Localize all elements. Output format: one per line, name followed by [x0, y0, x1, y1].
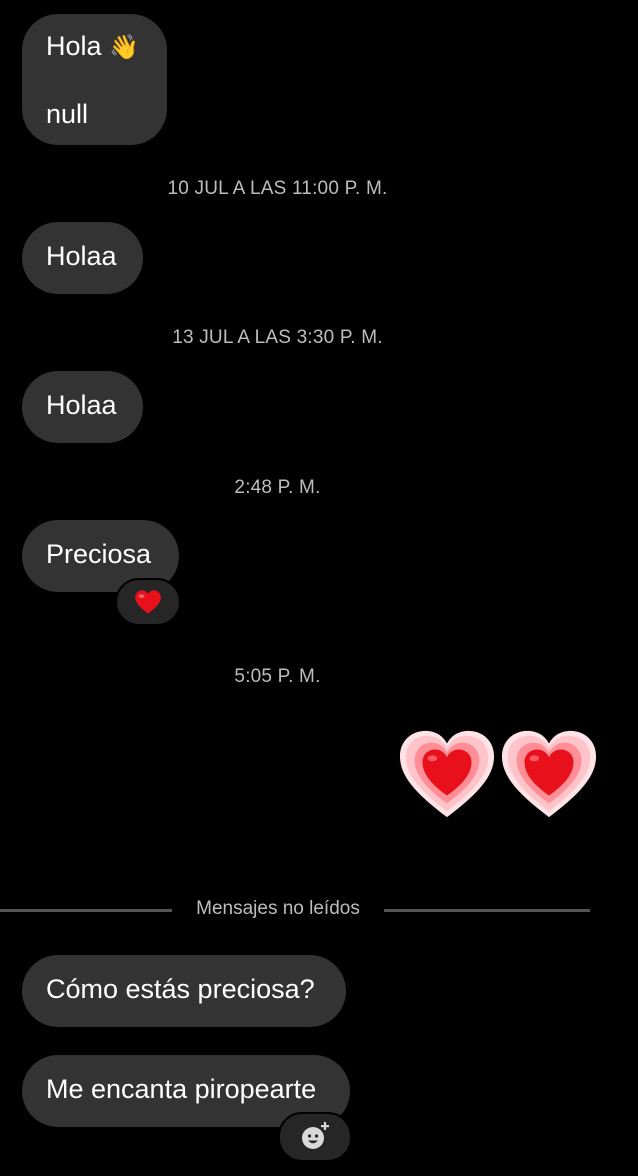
- message-bubble[interactable]: Holaa: [22, 222, 143, 294]
- add-reaction-button[interactable]: [278, 1112, 352, 1162]
- message-text: Preciosa: [46, 539, 152, 569]
- reaction-badge[interactable]: [115, 578, 181, 626]
- waving-hand-icon: 👋: [109, 34, 139, 61]
- unread-divider-label: Mensajes no leídos: [196, 898, 360, 919]
- heart-pulse-icon: [399, 730, 495, 818]
- message-line: Hola 👋: [46, 31, 139, 61]
- message-bubble[interactable]: Hola 👋 null: [22, 14, 167, 145]
- timestamp: 10 JUL A LAS 11:00 P. M.: [167, 178, 388, 199]
- message-bubble[interactable]: Holaa: [22, 371, 143, 443]
- timestamp: 13 JUL A LAS 3:30 P. M.: [172, 327, 383, 348]
- sent-emoji-message[interactable]: [398, 728, 598, 820]
- heart-pulse-icon: [501, 730, 597, 818]
- message-bubble[interactable]: Cómo estás preciosa?: [22, 955, 346, 1027]
- message-line: null: [46, 99, 89, 129]
- message-text: Holaa: [46, 390, 117, 420]
- message-text: Holaa: [46, 241, 117, 271]
- message-text: Cómo estás preciosa?: [46, 974, 315, 1004]
- divider-left: [0, 909, 172, 912]
- divider-right: [384, 909, 590, 912]
- message-text: Me encanta piropearte: [46, 1074, 317, 1104]
- timestamp: 2:48 P. M.: [234, 477, 321, 498]
- add-emoji-icon: [302, 1122, 329, 1149]
- heart-icon: [135, 590, 161, 614]
- timestamp: 5:05 P. M.: [234, 666, 321, 687]
